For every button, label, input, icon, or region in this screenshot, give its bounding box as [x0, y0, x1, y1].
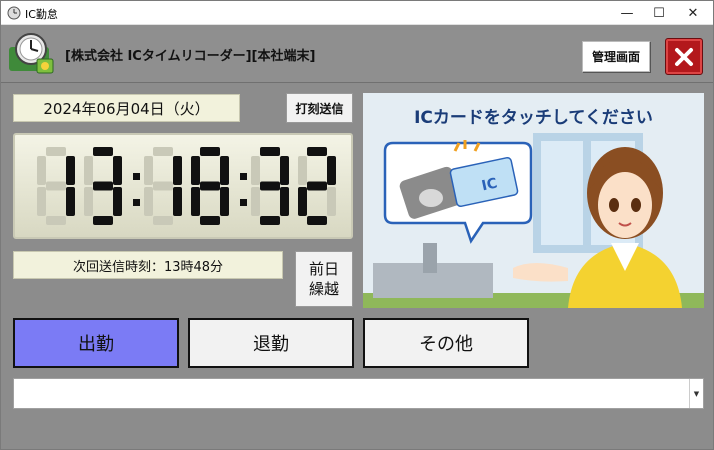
clock-segment	[280, 156, 289, 185]
close-x-icon	[675, 47, 693, 66]
minimize-icon: —	[620, 5, 634, 21]
clock-segment	[260, 181, 280, 191]
clock-segment	[46, 181, 66, 191]
clock-colon-dot	[240, 173, 247, 180]
touch-card-message: ICカードをタッチしてください	[414, 108, 653, 128]
app-clock-icon	[7, 6, 21, 20]
admin-screen-button[interactable]: 管理画面	[582, 41, 650, 72]
maximize-button[interactable]: ☐	[643, 1, 675, 25]
clock-segment	[37, 187, 46, 216]
date-display: 2024年06月04日（火）	[13, 94, 240, 122]
clock-digit	[251, 147, 289, 225]
clock-segment	[144, 187, 153, 216]
clock-segment	[37, 156, 46, 185]
close-icon: ✕	[687, 5, 699, 21]
next-send-time: 次回送信時刻：13時48分	[13, 251, 283, 279]
clock-segment	[66, 187, 75, 216]
clock-segment	[93, 147, 113, 156]
send-punch-button[interactable]: 打刻送信	[286, 93, 353, 123]
clock-digit	[84, 147, 122, 225]
maximize-icon: ☐	[653, 5, 665, 21]
clock-segment	[113, 187, 122, 216]
clock-out-button[interactable]: 退勤	[188, 318, 354, 368]
selection-dropdown[interactable]: ▼	[13, 378, 704, 409]
clock-segment	[153, 147, 173, 156]
clock-segment	[260, 216, 280, 225]
clock-segment	[46, 147, 66, 156]
clock-segment	[93, 216, 113, 225]
clock-segment	[307, 147, 327, 156]
clock-digit	[144, 147, 182, 225]
clock-logo-icon	[9, 33, 54, 74]
clock-segment	[84, 156, 93, 185]
clock-segment	[153, 181, 173, 191]
clock-segment	[113, 156, 122, 185]
previous-day-carryover-button[interactable]: 前日 繰越	[295, 251, 353, 307]
clock-segment	[173, 187, 182, 216]
window-title: IC勤怠	[25, 8, 58, 21]
clock-segment	[327, 187, 336, 216]
clock-segment	[93, 181, 113, 191]
clock-segment	[66, 156, 75, 185]
digital-clock	[13, 133, 353, 239]
clock-in-button[interactable]: 出勤	[13, 318, 179, 368]
prev-day-label-line1: 前日	[308, 260, 339, 278]
clock-segment	[144, 156, 153, 185]
prev-day-label-line2: 繰越	[308, 280, 339, 298]
clock-segment	[298, 156, 307, 185]
minimize-button[interactable]: —	[611, 1, 643, 25]
clock-segment	[260, 147, 280, 156]
clock-colon-dot	[133, 199, 140, 206]
clock-segment	[191, 156, 200, 185]
clock-segment	[84, 187, 93, 216]
clock-segment	[327, 156, 336, 185]
other-button[interactable]: その他	[363, 318, 529, 368]
title-bar: IC勤怠 — ☐ ✕	[1, 1, 713, 25]
clock-segment	[46, 216, 66, 225]
clock-segment	[153, 216, 173, 225]
clock-segment	[307, 216, 327, 225]
clock-segment	[200, 147, 220, 156]
clock-digit	[191, 147, 229, 225]
clock-segment	[220, 187, 229, 216]
clock-segment	[220, 156, 229, 185]
clock-digit	[37, 147, 75, 225]
clock-segment	[200, 181, 220, 191]
seven-segment-display	[37, 147, 336, 225]
clock-colon-dot	[240, 199, 247, 206]
exit-button[interactable]	[665, 38, 703, 75]
clock-segment	[298, 187, 307, 216]
company-terminal-label: [株式会社 ICタイムリコーダー][本社端末]	[65, 49, 316, 64]
dropdown-arrow-icon[interactable]: ▼	[689, 379, 703, 408]
clock-segment	[173, 156, 182, 185]
clock-segment	[191, 187, 200, 216]
touch-card-illustration: IC ICカードをタッチしてください	[363, 93, 704, 308]
clock-colon-dot	[133, 173, 140, 180]
clock-segment	[280, 187, 289, 216]
clock-segment	[251, 187, 260, 216]
clock-segment	[251, 156, 260, 185]
clock-segment	[200, 216, 220, 225]
clock-segment	[307, 181, 327, 191]
header-bar: [株式会社 ICタイムリコーダー][本社端末] 管理画面	[1, 25, 713, 83]
card-ic-label: IC	[480, 175, 498, 194]
clock-digit	[298, 147, 336, 225]
window-close-button[interactable]: ✕	[677, 1, 709, 25]
app-window: IC勤怠 — ☐ ✕ [株式会社 ICタイムリコーダー][本社端末] 管理画面 …	[0, 0, 714, 450]
